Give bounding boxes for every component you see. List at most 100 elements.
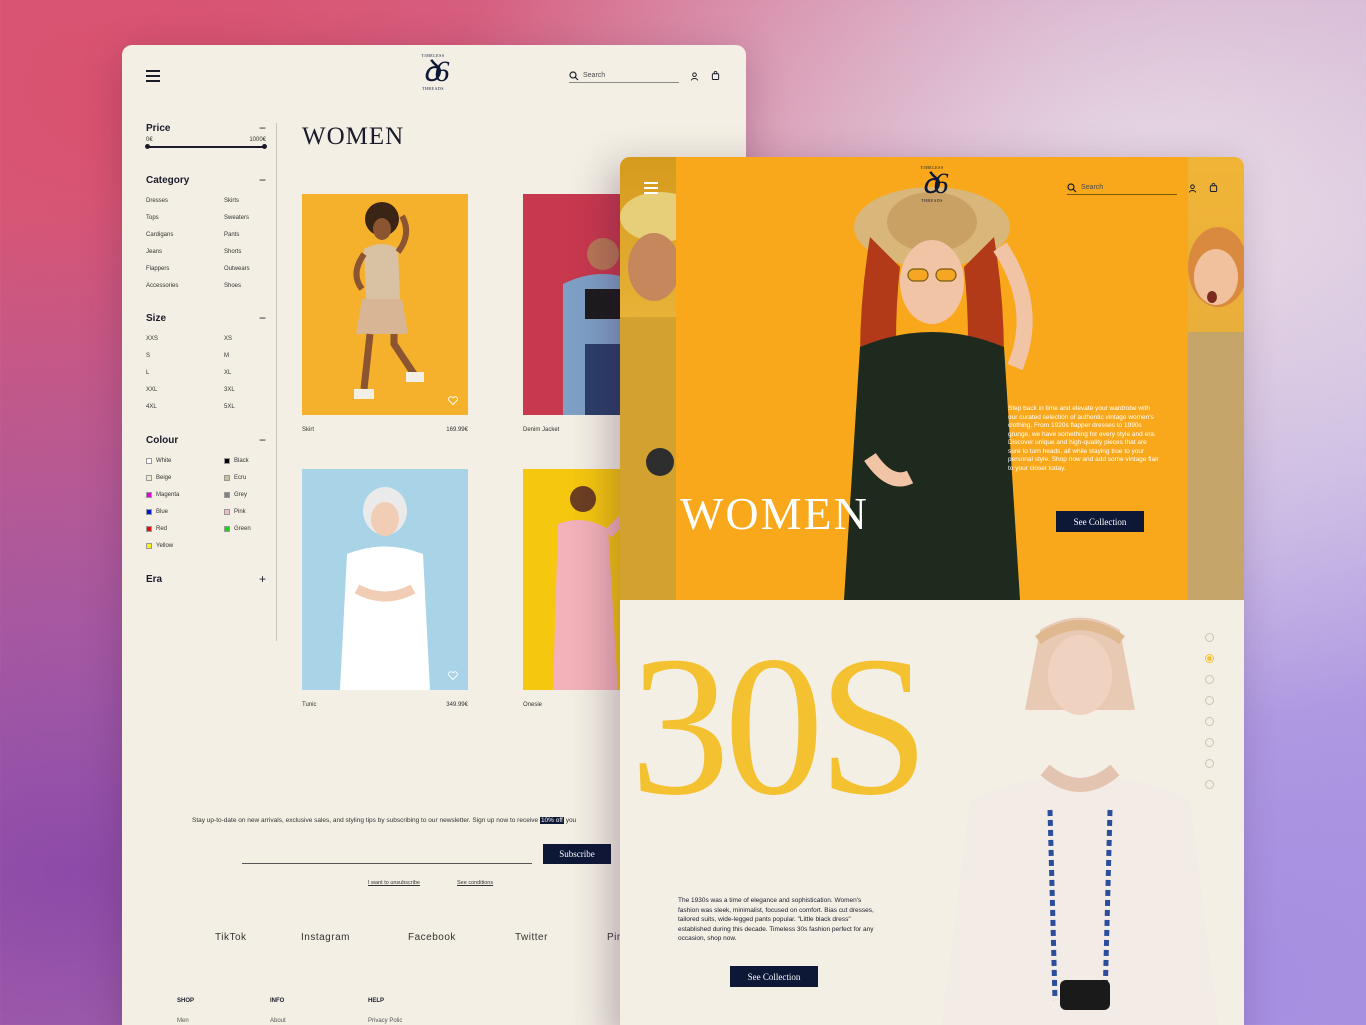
product-card[interactable]: Tunic 349.99€ (302, 469, 468, 708)
colour-option[interactable]: Black (224, 458, 266, 464)
colour-swatch[interactable] (224, 475, 230, 481)
size-option[interactable]: 4XL (146, 404, 224, 410)
colour-swatch[interactable] (146, 475, 152, 481)
category-option[interactable]: Dresses (146, 198, 224, 204)
category-option[interactable]: Jeans (146, 249, 224, 255)
category-list: Dresses Skirts Tops Sweaters Cardigans Pants J… (146, 198, 266, 289)
menu-icon[interactable] (146, 70, 160, 82)
product-image[interactable] (302, 469, 468, 690)
colour-swatch[interactable] (224, 526, 230, 532)
pagination-dot-active[interactable] (1205, 654, 1214, 663)
colour-option[interactable]: Blue (146, 509, 224, 515)
conditions-link[interactable]: See conditions (457, 880, 493, 886)
subscribe-button[interactable]: Subscribe (543, 844, 611, 864)
product-name[interactable]: Denim Jacket (523, 427, 559, 433)
colour-option[interactable]: White (146, 458, 224, 464)
user-icon[interactable] (1188, 184, 1197, 193)
product-name[interactable]: Tunic (302, 702, 316, 708)
sidebar-divider (276, 123, 277, 641)
colour-option[interactable]: Beige (146, 475, 224, 481)
size-option[interactable]: XL (224, 370, 266, 376)
colour-option[interactable]: Magenta (146, 492, 224, 498)
logo-bottom-text: THREADS (921, 198, 943, 203)
pagination-dot[interactable] (1205, 780, 1214, 789)
colour-option[interactable]: Grey (224, 492, 266, 498)
size-option[interactable]: S (146, 353, 224, 359)
colour-swatch[interactable] (224, 492, 230, 498)
category-option[interactable]: Accessories (146, 283, 224, 289)
colour-collapse-toggle[interactable]: − (259, 434, 266, 446)
colour-swatch[interactable] (146, 543, 152, 549)
colour-option[interactable]: Ecru (224, 475, 266, 481)
pagination-dot[interactable] (1205, 696, 1214, 705)
search-input[interactable]: Search (569, 69, 679, 83)
colour-swatch[interactable] (224, 458, 230, 464)
pagination-dot[interactable] (1205, 759, 1214, 768)
search-placeholder: Search (583, 72, 606, 79)
see-collection-button[interactable]: See Collection (1056, 511, 1144, 532)
price-range-slider[interactable] (145, 144, 267, 149)
product-name[interactable]: Onesie (523, 702, 542, 708)
product-name[interactable]: Skirt (302, 427, 314, 433)
price-collapse-toggle[interactable]: − (259, 122, 266, 134)
bag-icon[interactable] (711, 71, 720, 80)
colour-swatch[interactable] (146, 492, 152, 498)
era-model-photo (941, 617, 1219, 1025)
footer-link[interactable]: Privacy Polic (368, 1018, 402, 1024)
heart-icon[interactable] (448, 396, 458, 405)
size-option[interactable]: 3XL (224, 387, 266, 393)
search-input[interactable]: Search (1067, 181, 1177, 195)
size-option[interactable]: XXS (146, 336, 224, 342)
social-link-facebook[interactable]: Facebook (408, 932, 456, 943)
logo[interactable]: TIMELESS ꝺ6 THREADS (909, 165, 955, 203)
colour-option[interactable]: Red (146, 526, 224, 532)
see-collection-button[interactable]: See Collection (730, 966, 818, 987)
category-option[interactable]: Pants (224, 232, 266, 238)
colour-swatch[interactable] (146, 526, 152, 532)
category-option[interactable]: Cardigans (146, 232, 224, 238)
colour-swatch[interactable] (224, 509, 230, 515)
pagination-dot[interactable] (1205, 717, 1214, 726)
social-link-instagram[interactable]: Instagram (301, 932, 350, 943)
unsubscribe-link[interactable]: I want to unsubscribe (368, 880, 420, 886)
logo-mark: ꝺ6 (921, 167, 949, 200)
colour-label: Ecru (234, 475, 247, 481)
colour-option[interactable]: Green (224, 526, 266, 532)
price-min: 0€ (146, 137, 153, 143)
category-option[interactable]: Shoes (224, 283, 266, 289)
newsletter-email-input[interactable] (242, 863, 532, 864)
colour-swatch[interactable] (146, 509, 152, 515)
pagination-dot[interactable] (1205, 738, 1214, 747)
size-option[interactable]: XS (224, 336, 266, 342)
pagination-dot[interactable] (1205, 633, 1214, 642)
size-option[interactable]: XXL (146, 387, 224, 393)
size-option[interactable]: M (224, 353, 266, 359)
colour-option[interactable]: Pink (224, 509, 266, 515)
colour-option[interactable]: Yellow (146, 543, 224, 549)
pagination-dot[interactable] (1205, 675, 1214, 684)
social-link-twitter[interactable]: Twitter (515, 932, 548, 943)
category-option[interactable]: Skirts (224, 198, 266, 204)
menu-icon[interactable] (644, 182, 658, 194)
category-option[interactable]: Outwears (224, 266, 266, 272)
product-image[interactable] (302, 194, 468, 415)
size-option[interactable]: L (146, 370, 224, 376)
discount-highlight: 10% off (539, 817, 564, 824)
bag-icon[interactable] (1209, 183, 1218, 192)
social-link-tiktok[interactable]: TikTok (215, 932, 247, 943)
category-option[interactable]: Tops (146, 215, 224, 221)
category-option[interactable]: Sweaters (224, 215, 266, 221)
logo[interactable]: TIMELESS ꝺ6 THREADS (410, 53, 456, 91)
category-option[interactable]: Flappers (146, 266, 224, 272)
category-option[interactable]: Shorts (224, 249, 266, 255)
footer-link[interactable]: About (270, 1018, 286, 1024)
user-icon[interactable] (690, 72, 699, 81)
product-card[interactable]: Skirt 169.99€ (302, 194, 468, 433)
category-collapse-toggle[interactable]: − (259, 174, 266, 186)
size-option[interactable]: 5XL (224, 404, 266, 410)
size-collapse-toggle[interactable]: − (259, 312, 266, 324)
era-expand-toggle[interactable]: + (259, 573, 266, 585)
colour-swatch[interactable] (146, 458, 152, 464)
heart-icon[interactable] (448, 671, 458, 680)
footer-link[interactable]: Men (177, 1018, 189, 1024)
